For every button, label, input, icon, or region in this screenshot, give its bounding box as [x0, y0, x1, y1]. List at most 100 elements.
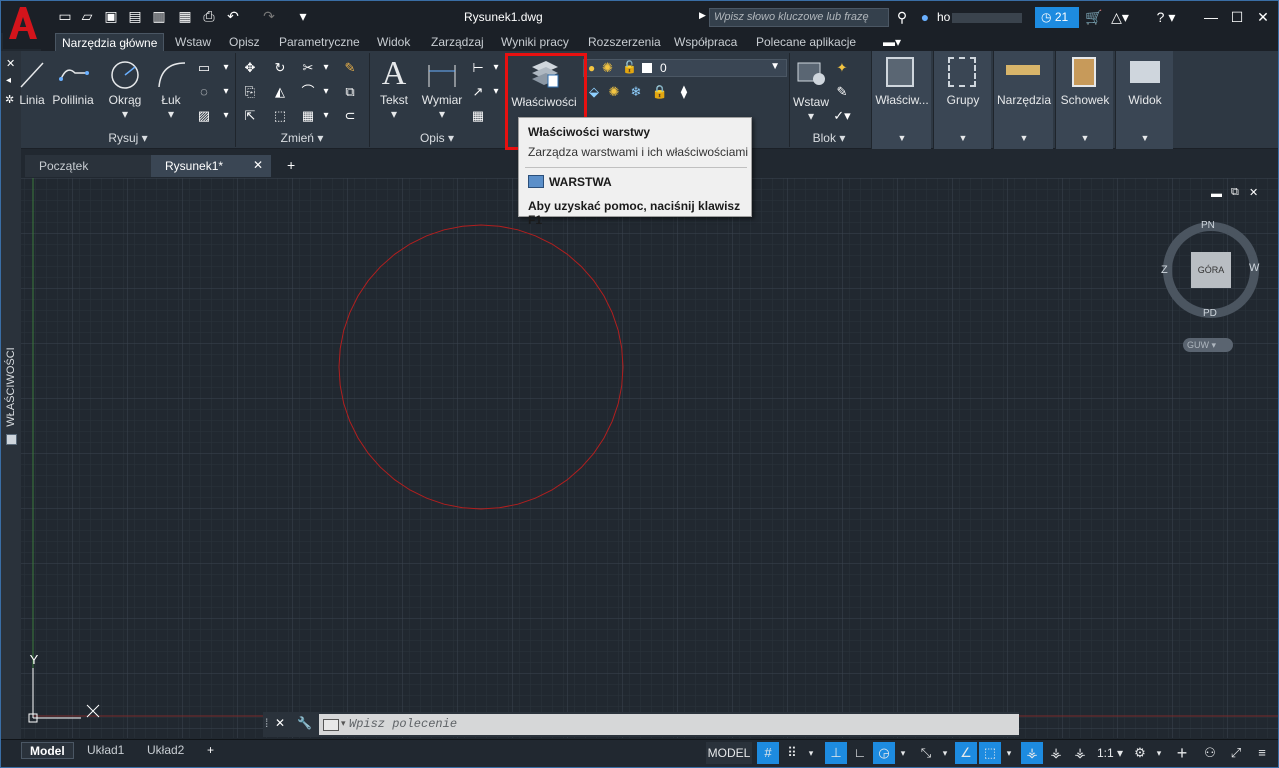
edit-block-icon[interactable]: ✎ — [833, 83, 851, 101]
annotation-scale-icon[interactable]: ⚶ — [1069, 742, 1091, 764]
leader-dropdown-icon[interactable]: ▾ — [487, 83, 505, 101]
ribbon-minimize-icon[interactable]: ▬▾ — [877, 33, 907, 51]
rectangle-icon[interactable]: ▭ — [195, 59, 213, 77]
tab-output[interactable]: Wyniki pracy — [495, 33, 575, 51]
help-icon[interactable]: ? ▾ — [1151, 8, 1181, 26]
offset-icon[interactable]: ⊂ — [341, 107, 359, 125]
grid-display-icon[interactable]: # — [757, 742, 779, 764]
drawing-area[interactable]: Y — [21, 178, 1278, 738]
user-icon[interactable]: ● — [917, 8, 933, 26]
edit-attributes-icon[interactable]: ✓▾ — [833, 107, 851, 125]
tab-parametric[interactable]: Parametryczne — [273, 33, 366, 51]
web-save-icon[interactable]: ▥ — [151, 8, 167, 24]
create-block-icon[interactable]: ✦ — [833, 59, 851, 77]
annotation-panel-title[interactable]: Opis ▾ — [369, 130, 505, 146]
gradient-dropdown-icon[interactable]: ▾ — [217, 107, 235, 125]
viewcube-east[interactable]: W — [1249, 262, 1259, 274]
open-file-icon[interactable]: ▱ — [79, 8, 95, 24]
command-input[interactable]: Wpisz polecenie — [319, 714, 1019, 735]
trim-icon[interactable]: ✂ — [299, 59, 317, 77]
cmd-grip-icon[interactable]: ⁞ — [265, 716, 268, 730]
viewcube-top-face[interactable]: GÓRA — [1191, 252, 1231, 288]
osnap-dropdown-icon[interactable]: ▾ — [1001, 742, 1017, 764]
fillet-icon[interactable]: ⌒ — [299, 83, 317, 101]
fullscreen-icon[interactable]: ⤢ — [1225, 742, 1247, 764]
dynamic-input-icon[interactable]: ∟ — [849, 742, 871, 764]
move-icon[interactable]: ✥ — [241, 59, 259, 77]
drawing-canvas[interactable]: Y ▬ ⧉ ✕ GÓRA PN PD W Z GUW ▾ — [21, 178, 1278, 738]
fillet-dropdown-icon[interactable]: ▾ — [317, 83, 335, 101]
new-file-icon[interactable]: ▭ — [57, 8, 73, 24]
groups-panel[interactable]: Grupy ▼ — [933, 51, 991, 149]
circle-button[interactable]: Okrąg ▾ — [103, 59, 147, 121]
viewcube-west[interactable]: Z — [1161, 264, 1168, 276]
layer-walk-icon[interactable]: ⧫ — [675, 83, 693, 101]
annotation-monitor-icon[interactable]: + — [1171, 742, 1193, 764]
dimension-button[interactable]: Wymiar ▾ — [419, 59, 465, 121]
print-icon[interactable]: ⎙ — [201, 8, 217, 24]
mirror-icon[interactable]: ◭ — [271, 83, 289, 101]
tab-home[interactable]: Narzędzia główne — [55, 33, 165, 51]
close-icon[interactable]: ✕ — [1255, 8, 1271, 26]
properties-palette-icon[interactable] — [6, 434, 17, 445]
line-button[interactable]: Linia — [17, 59, 47, 107]
workspace-gear-icon[interactable]: ⚙ — [1129, 742, 1151, 764]
viewcube-north[interactable]: PN — [1201, 220, 1215, 231]
linear-dim-icon[interactable]: ⊢ — [469, 59, 487, 77]
redo-icon[interactable]: ↷ — [261, 8, 277, 24]
layout-tab-2[interactable]: Układ2 — [139, 742, 192, 759]
polyline-button[interactable]: Polilinia — [49, 59, 97, 107]
annotation-scale-value[interactable]: 1:1 ▾ — [1095, 742, 1125, 764]
properties-panel[interactable]: Właściw... ▼ — [871, 51, 931, 149]
wcs-menu[interactable]: GUW ▾ — [1183, 338, 1233, 352]
gradient-icon[interactable]: ▨ — [195, 107, 213, 125]
customization-icon[interactable]: ≡ — [1251, 742, 1273, 764]
search-expand-icon[interactable]: ▶ — [699, 10, 706, 21]
layer-isolate-icon[interactable]: ⬙ — [585, 83, 603, 101]
new-tab-icon[interactable]: + — [287, 157, 295, 173]
workspace-dropdown-icon[interactable]: ▾ — [1151, 742, 1167, 764]
cmd-close-icon[interactable]: ✕ — [275, 716, 285, 730]
undo-icon[interactable]: ↶ — [225, 8, 241, 24]
utilities-panel[interactable]: Narzędzia ▼ — [993, 51, 1053, 149]
linear-dim-dropdown-icon[interactable]: ▾ — [487, 59, 505, 77]
tab-addins[interactable]: Rozszerzenia — [582, 33, 667, 51]
copy-icon[interactable]: ⎘ — [241, 83, 259, 101]
customize-qat-icon[interactable]: ▾ — [295, 8, 311, 24]
viewport-minimize-icon[interactable]: ▬ — [1211, 188, 1222, 200]
cmd-history-icon[interactable]: ▾ — [341, 718, 346, 729]
annotation-visibility-icon[interactable]: ⚶ — [1021, 742, 1043, 764]
modify-panel-title[interactable]: Zmień ▾ — [235, 130, 369, 146]
polar-dropdown-icon[interactable]: ▾ — [895, 742, 911, 764]
view-panel[interactable]: Widok ▼ — [1115, 51, 1173, 149]
arc-button[interactable]: Łuk ▾ — [153, 59, 189, 121]
maximize-icon[interactable]: ☐ — [1229, 8, 1245, 26]
tab-collaborate[interactable]: Współpraca — [668, 33, 743, 51]
subscription-badge[interactable]: ◷ 21 — [1035, 7, 1079, 28]
minimize-icon[interactable]: — — [1203, 8, 1219, 26]
rotate-icon[interactable]: ↻ — [271, 59, 289, 77]
layer-dropdown[interactable]: ● ✺ 🔓 0 ▼ — [583, 59, 787, 77]
tab-start[interactable]: Początek — [25, 155, 151, 177]
search-input[interactable]: Wpisz słowo kluczowe lub frazę — [709, 8, 889, 27]
layout-tab-1[interactable]: Układ1 — [79, 742, 132, 759]
stretch-icon[interactable]: ⇱ — [241, 107, 259, 125]
cmd-prompt-icon[interactable] — [323, 719, 339, 731]
snap-dropdown-icon[interactable]: ▾ — [803, 742, 819, 764]
tab-manage[interactable]: Zarządzaj — [425, 33, 490, 51]
tab-view[interactable]: Widok — [371, 33, 416, 51]
properties-palette-label[interactable]: WŁAŚCIWOŚCI — [5, 347, 17, 427]
cart-icon[interactable]: 🛒 — [1085, 8, 1102, 26]
close-tab-icon[interactable]: ✕ — [253, 158, 263, 172]
trim-dropdown-icon[interactable]: ▾ — [317, 59, 335, 77]
auto-scale-icon[interactable]: ⚶ — [1045, 742, 1067, 764]
autocad-logo[interactable] — [3, 3, 41, 49]
autohide-icon[interactable]: ◂ — [6, 75, 11, 86]
ortho-icon[interactable]: ◶ — [873, 742, 895, 764]
layer-freeze-icon[interactable]: ❄ — [627, 83, 645, 101]
array-dropdown-icon[interactable]: ▾ — [317, 107, 335, 125]
viewport-close-icon[interactable]: ✕ — [1249, 186, 1258, 199]
model-space-button[interactable]: MODEL — [706, 742, 752, 764]
units-icon[interactable]: ⚇ — [1199, 742, 1221, 764]
block-panel-title[interactable]: Blok ▾ — [789, 130, 869, 146]
